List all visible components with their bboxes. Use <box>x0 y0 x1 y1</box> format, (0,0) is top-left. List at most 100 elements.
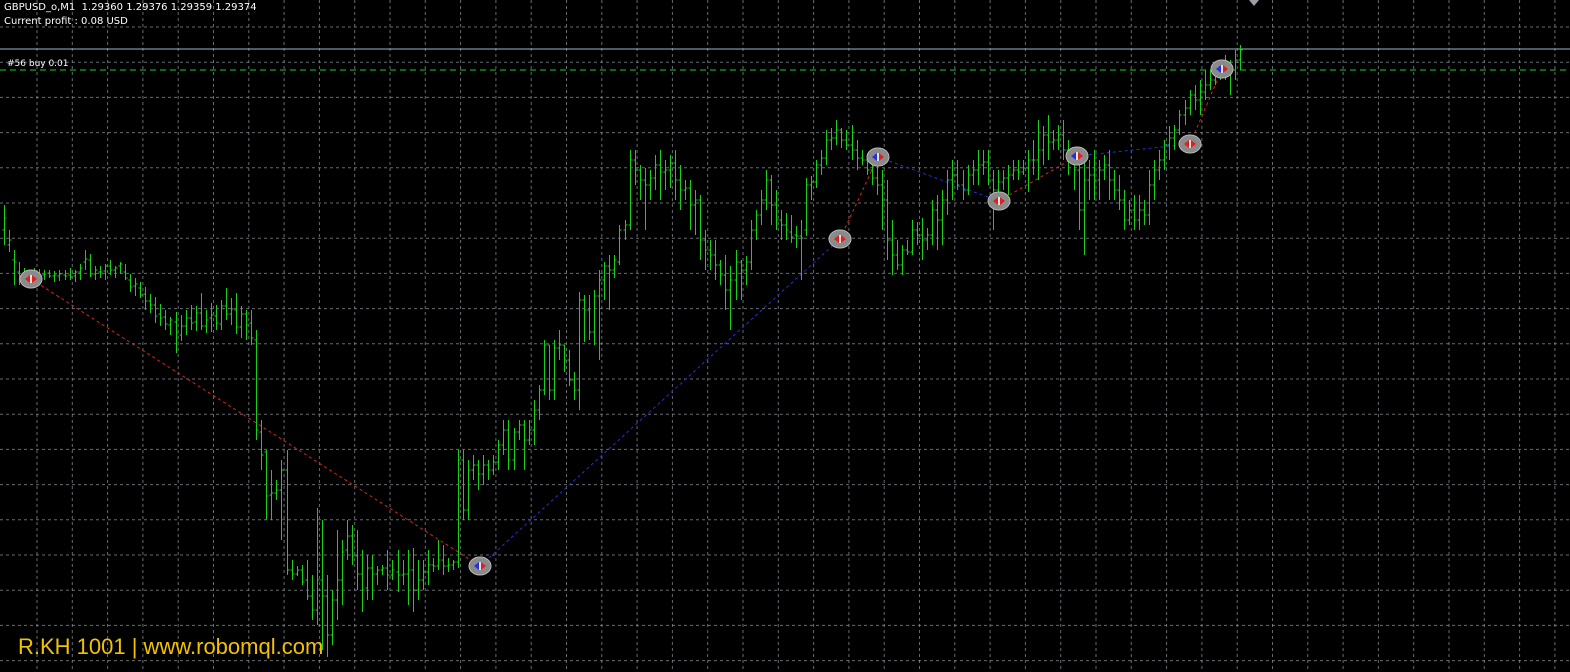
ohlc-bar <box>274 480 279 500</box>
ohlc-bar <box>133 278 138 296</box>
chart-grid <box>0 0 1570 672</box>
ohlc-bar <box>1107 150 1112 200</box>
ohlc-bar <box>330 590 335 645</box>
ohlc-bar <box>128 274 133 292</box>
ohlc-bar <box>769 175 774 225</box>
ohlc-bar <box>809 176 814 200</box>
ohlc-bar <box>118 262 123 274</box>
ohlc-bar <box>895 240 900 270</box>
ohlc-bar <box>406 550 411 605</box>
ohlc-bar <box>648 170 653 200</box>
ohlc-bar <box>229 298 234 325</box>
ohlc-bar <box>52 271 57 282</box>
trade-marker-icon <box>1178 134 1202 154</box>
ohlc-bar <box>1132 195 1137 230</box>
ohlc-bar <box>754 210 759 240</box>
ohlc-bar <box>602 262 607 300</box>
ohlc-bar <box>1203 70 1208 100</box>
ohlc-bar <box>794 226 799 248</box>
ohlc-bar <box>537 385 542 420</box>
ohlc-bar <box>955 160 960 190</box>
ohlc-bar <box>1177 110 1182 135</box>
ohlc-bar <box>199 293 204 330</box>
ohlc-bar <box>1117 175 1122 210</box>
ohlc-bar <box>360 550 365 612</box>
ohlc-bar <box>1142 200 1147 225</box>
ohlc-bar <box>623 220 628 240</box>
ohlc-bar <box>512 428 517 470</box>
ohlc-bar <box>396 550 401 592</box>
ohlc-values: 1.29360 1.29376 1.29359 1.29374 <box>81 2 257 13</box>
chart-shift-marker-icon[interactable] <box>1249 0 1259 6</box>
ohlc-bar <box>734 250 739 300</box>
ohlc-bar <box>98 266 103 278</box>
ohlc-bar <box>885 180 890 260</box>
trade-marker-icon <box>19 269 43 289</box>
ohlc-bar <box>471 455 476 480</box>
ohlc-bar <box>562 344 567 372</box>
ohlc-bar <box>693 190 698 235</box>
ohlc-bar <box>325 575 330 657</box>
ohlc-bar <box>668 155 673 188</box>
ohlc-bar <box>466 460 471 520</box>
ohlc-bar <box>375 566 380 585</box>
trade-marker-icon <box>987 191 1011 211</box>
ohlc-bar <box>819 150 824 175</box>
ohlc-bar <box>224 288 229 320</box>
ohlc-bar <box>380 565 385 575</box>
ohlc-bar <box>547 344 552 400</box>
trade-marker-icon <box>468 556 492 576</box>
ohlc-bar <box>1122 190 1127 230</box>
ohlc-bar <box>390 560 395 580</box>
trade-marker-icon <box>866 147 890 167</box>
trade-line <box>877 156 1000 202</box>
ohlc-bars <box>2 45 1243 657</box>
ohlc-bar <box>370 555 375 600</box>
ohlc-bar <box>481 455 486 485</box>
ohlc-bar <box>522 420 527 470</box>
ohlc-bar <box>572 372 577 400</box>
ohlc-bar <box>179 315 184 341</box>
ohlc-bar <box>961 170 966 200</box>
ohlc-bar <box>1188 90 1193 115</box>
ohlc-bar <box>1087 160 1092 200</box>
ohlc-bar <box>890 220 895 275</box>
ohlc-bar <box>673 150 678 200</box>
ohlc-bar <box>320 520 325 650</box>
ohlc-bar <box>1167 126 1172 160</box>
chart-canvas[interactable] <box>0 0 1570 672</box>
ohlc-bar <box>1006 165 1011 195</box>
ohlc-bar <box>103 264 108 280</box>
ohlc-bar <box>259 420 264 470</box>
ohlc-bar <box>582 295 587 342</box>
ohlc-bar <box>2 205 7 245</box>
ohlc-bar <box>244 310 249 340</box>
ohlc-bar <box>239 306 244 338</box>
ohlc-bar <box>900 245 905 275</box>
ohlc-bar <box>279 460 284 540</box>
ohlc-bar <box>779 210 784 240</box>
price-levels <box>0 48 1570 71</box>
ohlc-bar <box>638 165 643 200</box>
ohlc-bar <box>744 256 749 285</box>
ohlc-bar <box>950 160 955 200</box>
ohlc-bar <box>1112 170 1117 200</box>
ohlc-bar <box>1041 126 1046 165</box>
ohlc-bar <box>587 295 592 340</box>
ohlc-bar <box>829 128 834 150</box>
price-chart[interactable] <box>0 0 1570 672</box>
ohlc-bar <box>839 128 844 148</box>
ohlc-bar <box>1157 150 1162 180</box>
ohlc-bar <box>138 282 143 298</box>
ohlc-bar <box>73 270 78 282</box>
ohlc-bar <box>592 290 597 345</box>
ohlc-bar <box>340 540 345 605</box>
ohlc-bar <box>431 558 436 572</box>
ohlc-bar <box>446 558 451 572</box>
ohlc-bar <box>1001 170 1006 190</box>
ohlc-bar <box>663 160 668 190</box>
ohlc-bar <box>1152 160 1157 200</box>
ohlc-bar <box>628 150 633 230</box>
watermark-text: R.KH 1001 | www.robomql.com <box>18 634 324 659</box>
ohlc-bar <box>703 230 708 270</box>
